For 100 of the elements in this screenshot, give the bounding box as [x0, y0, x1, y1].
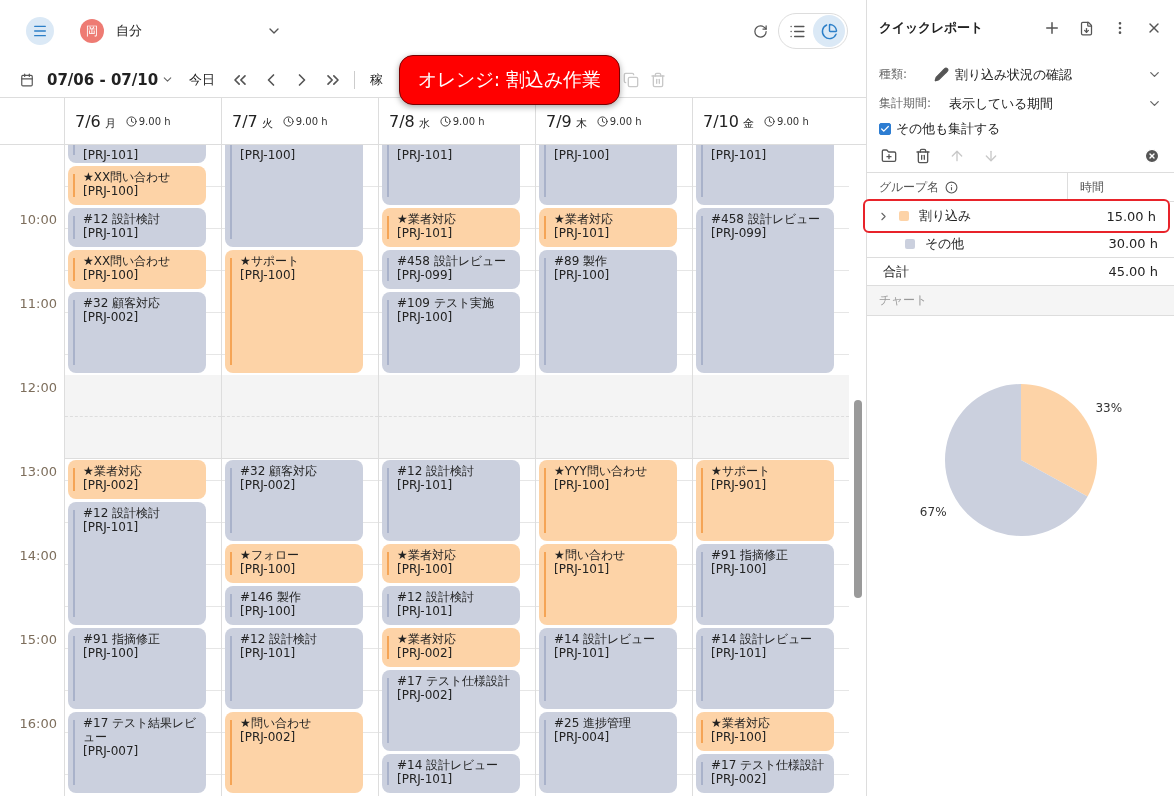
event-card[interactable]: #12 設計検討 [PRJ-101]: [225, 628, 363, 709]
pencil-icon: [934, 67, 949, 82]
day-hours: 9.00 h: [596, 115, 642, 127]
event-card[interactable]: #146 製作 [PRJ-100]: [225, 586, 363, 625]
day-date: 7/8 水: [389, 111, 430, 131]
event-card[interactable]: #17 テスト仕様設計 [PRJ-002]: [382, 670, 520, 751]
event-card[interactable]: [PRJ-101]: [382, 145, 520, 205]
event-card[interactable]: ★業者対応 [PRJ-101]: [382, 208, 520, 247]
date-range-picker[interactable]: 07/06 - 07/10: [47, 70, 175, 89]
menu-icon: [32, 23, 48, 39]
field-label: 種類:: [879, 66, 909, 83]
include-others-checkbox[interactable]: その他も集計する: [867, 118, 1174, 140]
slice-label: 33%: [1094, 401, 1122, 416]
event-card[interactable]: #109 テスト実施 [PRJ-100]: [382, 292, 520, 373]
event-card[interactable]: #91 指摘修正 [PRJ-100]: [68, 628, 206, 709]
pie-chart-icon: [820, 22, 838, 40]
event-card[interactable]: ★サポート [PRJ-100]: [225, 250, 363, 373]
event-card[interactable]: ★業者対応 [PRJ-002]: [382, 628, 520, 667]
event-card[interactable]: #12 設計検討 [PRJ-101]: [68, 208, 206, 247]
event-card[interactable]: #89 製作 [PRJ-100]: [539, 250, 677, 373]
refresh-button[interactable]: [753, 23, 768, 39]
clock-icon: [439, 115, 451, 127]
event-card[interactable]: #12 設計検討 [PRJ-101]: [382, 460, 520, 541]
section-header: チャート: [867, 286, 1174, 316]
event-card[interactable]: #14 設計レビュー [PRJ-101]: [382, 754, 520, 793]
event-card[interactable]: #91 指摘修正 [PRJ-100]: [696, 544, 834, 625]
event-card[interactable]: #458 設計レビュー [PRJ-099]: [382, 250, 520, 289]
time-label: 11:00: [19, 296, 57, 312]
day-date: 7/9 木: [546, 111, 587, 131]
field-select[interactable]: 割り込み状況の確認: [934, 65, 1162, 84]
folder-plus-icon: [881, 148, 897, 164]
event-card[interactable]: #32 顧客対応 [PRJ-002]: [68, 292, 206, 373]
event-card[interactable]: #32 顧客対応 [PRJ-002]: [225, 460, 363, 541]
event-card[interactable]: #25 進捗管理 [PRJ-004]: [539, 712, 677, 793]
calendar-icon: [20, 72, 34, 87]
day-date: 7/6 月: [75, 111, 116, 131]
group-row[interactable]: 割り込み 15.00 h: [863, 199, 1170, 233]
event-card[interactable]: #14 設計レビュー [PRJ-101]: [539, 628, 677, 709]
event-card[interactable]: ★サポート [PRJ-901]: [696, 460, 834, 541]
day-date: 7/7 火: [232, 111, 273, 131]
plus-icon: [1043, 19, 1061, 37]
event-card[interactable]: #12 設計検討 [PRJ-101]: [382, 586, 520, 625]
event-card[interactable]: ★問い合わせ [PRJ-002]: [225, 712, 363, 793]
callout-label: オレンジ: 割込み作業: [399, 55, 620, 105]
delete-button[interactable]: [915, 148, 931, 164]
day-date: 7/10 金: [703, 111, 754, 131]
time-label: 12:00: [19, 380, 57, 396]
user-name[interactable]: 自分: [116, 22, 256, 40]
refresh-icon: [753, 23, 768, 39]
event-card[interactable]: ★業者対応 [PRJ-101]: [539, 208, 677, 247]
event-card[interactable]: ★XX問い合わせ [PRJ-100]: [68, 166, 206, 205]
clear-icon: [1144, 148, 1160, 164]
arrow-down-icon: [983, 148, 999, 164]
event-card[interactable]: #12 設計検討 [PRJ-101]: [68, 502, 206, 625]
trash-icon: [915, 148, 931, 164]
today-button[interactable]: 今日: [185, 70, 220, 89]
export-button[interactable]: [1079, 20, 1094, 36]
event-card[interactable]: #17 テスト結果レビュー [PRJ-007]: [68, 712, 206, 793]
scrollbar[interactable]: [853, 400, 862, 598]
slice-label: 67%: [919, 504, 947, 519]
event-card[interactable]: ★フォロー [PRJ-100]: [225, 544, 363, 583]
event-card[interactable]: ★業者対応 [PRJ-100]: [382, 544, 520, 583]
event-card[interactable]: ★XX問い合わせ [PRJ-100]: [68, 250, 206, 289]
event-card[interactable]: #14 設計レビュー [PRJ-101]: [696, 628, 834, 709]
clock-icon: [125, 115, 137, 127]
clock-icon: [596, 115, 608, 127]
event-card[interactable]: ★業者対応 [PRJ-100]: [696, 712, 834, 751]
event-card[interactable]: [PRJ-101]: [68, 145, 206, 163]
trash-icon: [650, 71, 667, 88]
time-label: 16:00: [19, 716, 57, 732]
event-card[interactable]: ★問い合わせ [PRJ-101]: [539, 544, 677, 625]
time-label: 10:00: [19, 212, 57, 228]
panel-title: クイックレポート: [879, 19, 984, 37]
clear-button[interactable]: [1144, 148, 1160, 164]
field-select[interactable]: 表示している期間: [949, 94, 1162, 113]
time-label: 15:00: [19, 632, 57, 648]
day-hours: 9.00 h: [439, 115, 485, 127]
event-card[interactable]: ★業者対応 [PRJ-002]: [68, 460, 206, 499]
event-card[interactable]: [PRJ-100]: [539, 145, 677, 205]
user-avatar: 岡: [80, 19, 104, 43]
chart-view-button[interactable]: [813, 15, 845, 47]
time-label: 13:00: [19, 464, 57, 480]
add-button[interactable]: [1043, 19, 1061, 37]
toolbar-button[interactable]: 稼: [366, 70, 388, 89]
event-card[interactable]: #458 設計レビュー [PRJ-099]: [696, 208, 834, 373]
day-hours: 9.00 h: [125, 115, 171, 127]
day-hours: 9.00 h: [282, 115, 328, 127]
event-card[interactable]: [PRJ-100]: [225, 145, 363, 247]
menu-button[interactable]: [26, 17, 54, 45]
add-folder-button[interactable]: [881, 148, 897, 164]
day-hours: 9.00 h: [763, 115, 809, 127]
check-icon: [880, 124, 890, 134]
field-label: 集計期間:: [879, 95, 933, 112]
event-card[interactable]: [PRJ-101]: [696, 145, 834, 205]
clock-icon: [763, 115, 775, 127]
clock-icon: [282, 115, 294, 127]
file-download-icon: [1079, 20, 1094, 36]
time-label: 14:00: [19, 548, 57, 564]
event-card[interactable]: ★YYY問い合わせ [PRJ-100]: [539, 460, 677, 541]
event-card[interactable]: #17 テスト仕様設計 [PRJ-002]: [696, 754, 834, 793]
